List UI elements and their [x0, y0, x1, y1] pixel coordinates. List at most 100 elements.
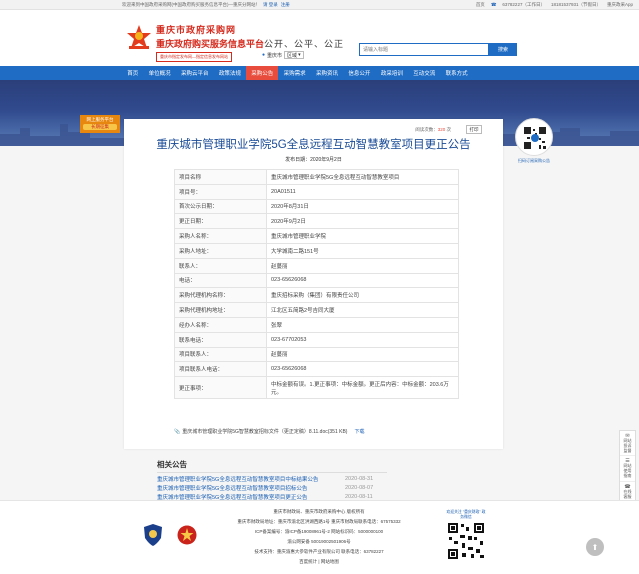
- footer-line: 渝公网安备 50019002501906号: [287, 539, 351, 544]
- field-value: 20A01511: [266, 183, 459, 200]
- field-label: 采购人地址：: [174, 242, 267, 259]
- back-to-top-button[interactable]: ⬆: [586, 538, 604, 556]
- police-emblem-icon[interactable]: [143, 523, 163, 547]
- print-button[interactable]: 打印: [466, 125, 482, 134]
- nav-item[interactable]: 互动交流: [408, 66, 440, 80]
- subscribe-qr[interactable]: 扫码订阅采购公告: [513, 118, 555, 164]
- field-value: 张翠: [266, 316, 459, 333]
- table-row: 项目联系人电话： 023-65626068: [174, 361, 459, 378]
- footer-line[interactable]: 百度统计 | 网站地图: [214, 557, 424, 567]
- field-label: 项目联系人电话：: [174, 361, 267, 378]
- related-item[interactable]: 重庆城市管理职业学院5G全息远程互动智慧教室项目招标公告 2020-08-07: [157, 484, 397, 493]
- field-label: 采购代理机构地址：: [174, 302, 267, 318]
- table-row: 首次公示日期： 2020年8月31日: [174, 198, 459, 215]
- footer-line: ICP备案编号：渝ICP备19008961号-2 网站标识码：500000010…: [254, 529, 384, 534]
- phone-icon: ☎: [490, 1, 497, 7]
- field-value: 重庆招标采购（集团）有限责任公司: [266, 287, 459, 304]
- arrow-up-icon: ⬆: [591, 542, 599, 552]
- footer-line: 技术支持：重庆渝惠大参软件产业有限公司 联系电话：63782227: [254, 549, 384, 554]
- field-label: 首次公示日期：: [174, 198, 267, 215]
- footer-line: 重庆市财政局、重庆市政府采购中心 版权所有: [273, 509, 365, 514]
- side-float-item[interactable]: ✉ 网站 投诉 监督: [620, 431, 635, 457]
- app-link[interactable]: 重庆政采App: [607, 2, 633, 8]
- attachment: 📎 重庆城市管理职业学院5G智慧教室招标文件（更正定稿）8.11.doc(351…: [174, 428, 364, 436]
- related-title[interactable]: 重庆城市管理职业学院5G全息远程互动智慧教室项目招标公告: [157, 484, 345, 492]
- divider: [157, 472, 387, 473]
- gov-emblem-icon[interactable]: [177, 525, 197, 545]
- field-label: 更正事项：: [174, 376, 267, 400]
- info-table: 项目名称 重庆城市管理职业学院5G全息远程互动智慧教室项目 项目号： 20A01511…: [174, 169, 459, 400]
- top-bar: 欢迎来到中国政府采购网(中国政府购买服务信息平台)—重庆分网站！ 请 登录 注册…: [0, 0, 639, 10]
- nav-item[interactable]: 采购资讯: [311, 66, 343, 80]
- register-link[interactable]: 注册: [281, 2, 290, 8]
- search-bar: 搜索: [359, 43, 517, 56]
- footer: 重庆市财政局、重庆市政府采购中心 版权所有 重庆市财政局地址：重庆市渝北区洪湖西路…: [0, 500, 639, 574]
- main-nav: 首页 单位概况 采购云平台 政策法规 采购公告 采购需求 采购资讯 信息公开 政采培训 互动交流联…: [0, 66, 639, 80]
- field-label: 项目联系人：: [174, 346, 267, 363]
- nav-item[interactable]: 采购需求: [278, 66, 310, 80]
- article-card: 阅读次数：320 次 打印 重庆城市管理职业学院5G全息远程互动智慧教室项目更正…: [124, 119, 503, 449]
- phone-workday: 63782227（工作日）: [502, 1, 545, 7]
- field-value: 023-67702053: [266, 331, 459, 348]
- welcome-text: 欢迎来到中国政府采购网(中国政府购买服务信息平台)—重庆分网站！: [122, 1, 260, 7]
- search-input[interactable]: [359, 43, 489, 56]
- logo-line2: 重庆政府购买服务信息平台: [156, 39, 265, 49]
- table-row: 采购人地址： 大学城南二路151号: [174, 242, 459, 259]
- field-label: 采购代理机构名称：: [174, 287, 267, 304]
- related-date: 2020-08-07: [345, 485, 374, 492]
- table-row: 项目联系人： 赵蔓丽: [174, 346, 459, 363]
- related-title[interactable]: 重庆城市管理职业学院5G全息远程互动智慧教室项目中标结果公告: [157, 475, 345, 483]
- region-selector[interactable]: ● 重庆市 区域 ▾: [262, 51, 304, 59]
- field-value: 重庆城市管理职业学院5G全息远程互动智慧教室项目: [266, 169, 459, 185]
- home-link[interactable]: 首页: [476, 2, 485, 8]
- field-label: 电话：: [174, 272, 267, 289]
- field-label: 项目号：: [174, 183, 267, 200]
- related-heading: 相关公告: [157, 460, 187, 469]
- nav-item[interactable]: 采购公告: [246, 66, 279, 80]
- side-item-label: 网站 使用 指南: [623, 463, 632, 478]
- download-link[interactable]: 下载: [354, 428, 364, 435]
- nav-item[interactable]: 信息公开: [343, 66, 375, 80]
- nav-item[interactable]: 采购云平台: [176, 66, 214, 80]
- search-button[interactable]: 搜索: [489, 43, 517, 56]
- field-label: 联系人：: [174, 257, 267, 274]
- nav-item[interactable]: 首页: [122, 66, 143, 80]
- side-float-item[interactable]: ☰ 网站 使用 指南: [620, 456, 635, 482]
- table-row: 联系电话： 023-67702053: [174, 331, 459, 348]
- related-notices: 相关公告 重庆城市管理职业学院5G全息远程互动智慧教室项目中标结果公告 2020-…: [157, 459, 397, 501]
- read-count: 阅读次数：320 次: [415, 127, 451, 132]
- table-row: 采购人名称： 重庆城市管理职业学院: [174, 228, 459, 244]
- field-value: 023-65626068: [266, 272, 459, 289]
- service-badge[interactable]: 网上服务平台 长期征集: [80, 115, 120, 133]
- nav-item[interactable]: 政策法规: [214, 66, 246, 80]
- footer-text: 重庆市财政局、重庆市政府采购中心 版权所有 重庆市财政局地址：重庆市渝北区洪湖西路…: [214, 507, 424, 567]
- nav-item[interactable]: 联系方式: [440, 66, 472, 80]
- table-row: 联系人： 赵蔓丽: [174, 257, 459, 274]
- header: 重庆市政府采购网 重庆政府购买服务信息平台 重庆市指定发布网—指定信息发布网站 …: [0, 10, 639, 66]
- attachment-name[interactable]: 重庆城市管理职业学院5G智慧教室招标文件（更正定稿）8.11.doc(351 K…: [182, 428, 347, 435]
- logo-icon: [127, 25, 151, 49]
- table-row: 采购代理机构名称： 重庆招标采购（集团）有限责任公司: [174, 287, 459, 304]
- nav-item[interactable]: 单位概况: [143, 66, 175, 80]
- field-value: 江北区五简路2号吉同大厦: [266, 302, 459, 318]
- logo-text[interactable]: 重庆市政府采购网 重庆政府购买服务信息平台 重庆市指定发布网—指定信息发布网站: [156, 23, 264, 62]
- field-label: 更正日期：: [174, 213, 267, 230]
- field-value: 023-65626068: [266, 361, 459, 378]
- side-item-label: 在线 客服: [623, 488, 632, 499]
- phone-holiday: 18181537931（节假日）: [550, 1, 601, 7]
- footer-qr-caption: 欢迎关注 "重庆财政" 政务微信: [446, 510, 486, 519]
- field-value: 赵蔓丽: [266, 346, 459, 363]
- login-link[interactable]: 请 登录: [263, 2, 278, 8]
- table-row: 更正事项： 中标金额有误。1.更正事项：中标金额。更正后内容：中标金额：203.6…: [174, 376, 459, 400]
- field-label: 项目名称: [174, 169, 267, 185]
- field-label: 经办人名称：: [174, 316, 267, 333]
- qr-code-icon: [515, 118, 553, 156]
- region-select[interactable]: 区域 ▾: [284, 51, 304, 59]
- subscribe-caption: 扫码订阅采购公告: [518, 158, 550, 163]
- logo-line3: 重庆市指定发布网—指定信息发布网站: [156, 52, 232, 62]
- chevron-down-icon: ▾: [298, 52, 301, 58]
- field-label: 采购人名称：: [174, 228, 267, 244]
- related-item[interactable]: 重庆城市管理职业学院5G全息远程互动智慧教室项目中标结果公告 2020-08-31: [157, 475, 397, 484]
- nav-item[interactable]: 政采培训: [376, 66, 408, 80]
- field-value: 2020年8月31日: [266, 198, 459, 215]
